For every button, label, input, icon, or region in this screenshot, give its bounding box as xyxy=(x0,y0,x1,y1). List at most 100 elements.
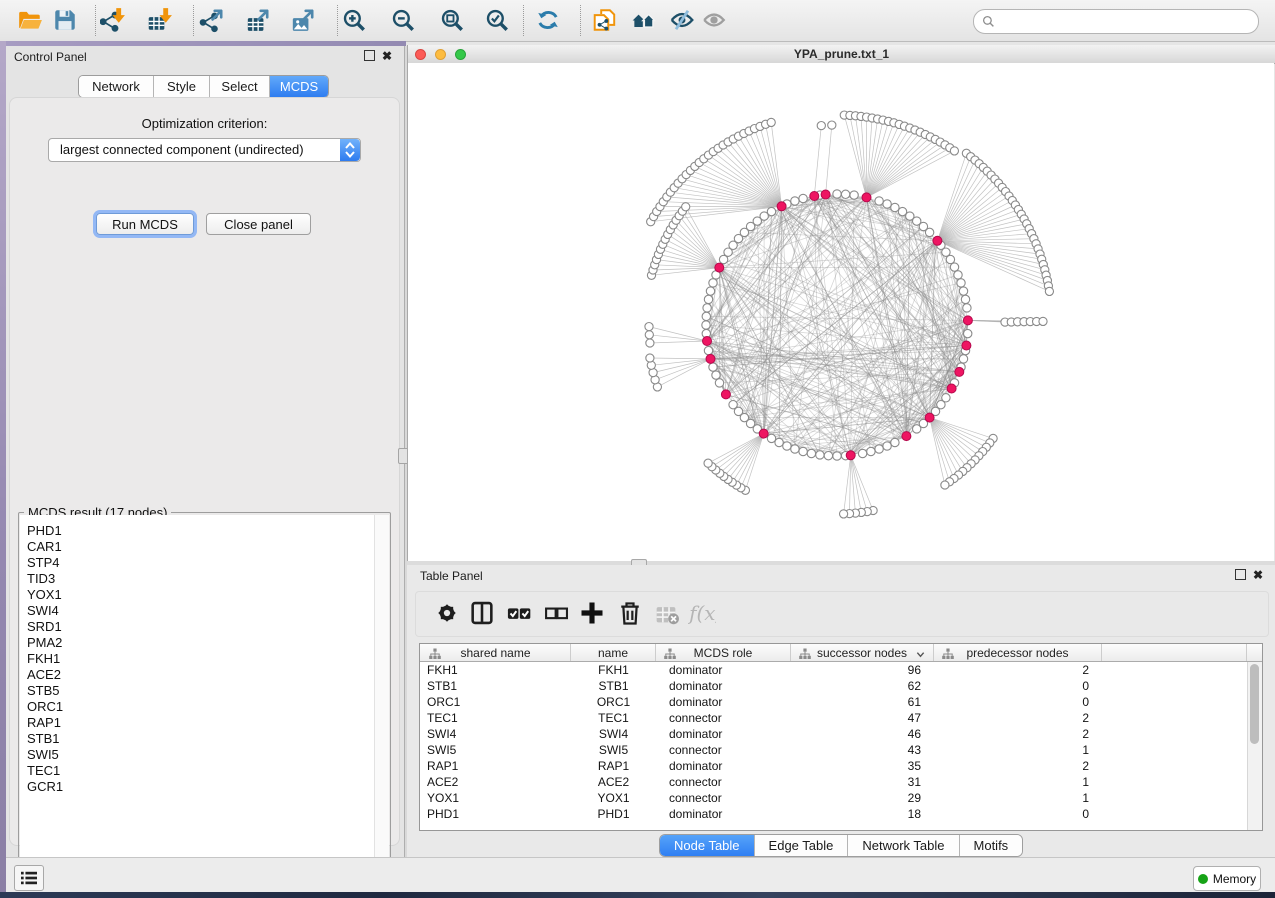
cell-shared-name[interactable]: FKH1 xyxy=(427,663,458,677)
cell-shared-name[interactable]: ORC1 xyxy=(427,695,460,709)
tab-select[interactable]: Select xyxy=(210,76,270,97)
zoom-in-icon[interactable] xyxy=(341,7,367,33)
cell-MCDS-role[interactable]: connector xyxy=(669,743,722,757)
column-header-shared-name[interactable]: shared name xyxy=(421,644,571,661)
table-settings-icon[interactable] xyxy=(433,599,463,629)
tab-network-table[interactable]: Network Table xyxy=(848,835,959,856)
criterion-select[interactable]: largest connected component (undirected) xyxy=(48,138,361,162)
tab-node-table[interactable]: Node Table xyxy=(660,835,755,856)
task-list-button[interactable] xyxy=(14,865,44,891)
cell-predecessor-nodes[interactable]: 2 xyxy=(934,663,1089,677)
import-table-icon[interactable] xyxy=(147,7,173,33)
mcds-result-item[interactable]: SWI4 xyxy=(27,603,374,619)
cell-predecessor-nodes[interactable]: 1 xyxy=(934,791,1089,805)
mcds-result-item[interactable]: ACE2 xyxy=(27,667,374,683)
cell-name[interactable]: SWI4 xyxy=(571,727,656,741)
mcds-result-item[interactable]: STP4 xyxy=(27,555,374,571)
cell-shared-name[interactable]: SWI4 xyxy=(427,727,456,741)
cell-successor-nodes[interactable]: 62 xyxy=(791,679,921,693)
zoom-fit-icon[interactable] xyxy=(439,7,465,33)
table-row-PHD1[interactable]: PHD1PHD1dominator180 xyxy=(420,806,1262,822)
cell-shared-name[interactable]: ACE2 xyxy=(427,775,458,789)
cell-successor-nodes[interactable]: 96 xyxy=(791,663,921,677)
table-row-ORC1[interactable]: ORC1 ORC1 dominator 61 0 xyxy=(420,694,1262,710)
cell-successor-nodes[interactable]: 31 xyxy=(791,775,921,789)
cell-predecessor-nodes[interactable]: 2 xyxy=(934,711,1089,725)
mcds-result-item[interactable]: STB1 xyxy=(27,731,374,747)
column-header-successor-nodes[interactable]: successor nodes xyxy=(791,644,934,661)
search-input[interactable] xyxy=(999,12,1258,32)
mcds-result-item[interactable]: RAP1 xyxy=(27,715,374,731)
tab-style[interactable]: Style xyxy=(154,76,210,97)
duplicate-network-icon[interactable] xyxy=(592,7,618,33)
network-canvas[interactable] xyxy=(408,63,1274,561)
table-scrollbar-thumb[interactable] xyxy=(1250,664,1259,744)
cell-name[interactable]: YOX1 xyxy=(571,791,656,805)
cell-name[interactable]: ORC1 xyxy=(571,695,656,709)
mcds-result-item[interactable]: PMA2 xyxy=(27,635,374,651)
cell-name[interactable]: STB1 xyxy=(571,679,656,693)
mcds-result-item[interactable]: YOX1 xyxy=(27,587,374,603)
cell-shared-name[interactable]: PHD1 xyxy=(427,807,459,821)
run-mcds-button[interactable]: Run MCDS xyxy=(96,213,194,235)
cell-predecessor-nodes[interactable]: 1 xyxy=(934,775,1089,789)
mcds-result-item[interactable]: STB5 xyxy=(27,683,374,699)
cell-predecessor-nodes[interactable]: 0 xyxy=(934,679,1089,693)
save-session-icon[interactable] xyxy=(52,7,78,33)
zoom-out-icon[interactable] xyxy=(390,7,416,33)
float-panel-icon[interactable] xyxy=(364,50,375,61)
cell-MCDS-role[interactable]: dominator xyxy=(669,759,722,773)
cell-shared-name[interactable]: TEC1 xyxy=(427,711,458,725)
export-network-icon[interactable] xyxy=(199,7,225,33)
cell-name[interactable]: FKH1 xyxy=(571,663,656,677)
cell-successor-nodes[interactable]: 61 xyxy=(791,695,921,709)
cell-successor-nodes[interactable]: 47 xyxy=(791,711,921,725)
first-neighbors-icon[interactable] xyxy=(631,7,657,33)
cell-predecessor-nodes[interactable]: 0 xyxy=(934,695,1089,709)
column-header-MCDS-role[interactable]: MCDS role xyxy=(656,644,791,661)
cell-predecessor-nodes[interactable]: 1 xyxy=(934,743,1089,757)
add-column-icon[interactable] xyxy=(578,599,608,629)
refresh-view-icon[interactable] xyxy=(535,7,561,33)
cell-name[interactable]: SWI5 xyxy=(571,743,656,757)
export-image-icon[interactable] xyxy=(290,7,316,33)
cell-shared-name[interactable]: YOX1 xyxy=(427,791,459,805)
column-header-predecessor-nodes[interactable]: predecessor nodes xyxy=(934,644,1102,661)
cell-predecessor-nodes[interactable]: 2 xyxy=(934,727,1089,741)
cell-shared-name[interactable]: RAP1 xyxy=(427,759,458,773)
mcds-result-list[interactable]: PHD1CAR1STP4TID3YOX1SWI4SRD1PMA2FKH1ACE2… xyxy=(20,515,374,879)
toggle-columns-icon[interactable] xyxy=(468,599,498,629)
deselect-all-icon[interactable] xyxy=(542,599,572,629)
table-row-STB1[interactable]: STB1STB1dominator620 xyxy=(420,678,1262,694)
table-row-TEC1[interactable]: TEC1 TEC1 connector 47 2 xyxy=(420,710,1262,726)
close-table-panel-icon[interactable]: ✖ xyxy=(1253,570,1263,580)
cell-name[interactable]: TEC1 xyxy=(571,711,656,725)
mcds-result-item[interactable]: FKH1 xyxy=(27,651,374,667)
cell-MCDS-role[interactable]: dominator xyxy=(669,727,722,741)
table-row-YOX1[interactable]: YOX1 YOX1 connector 29 1 xyxy=(420,790,1262,806)
mcds-result-item[interactable]: SRD1 xyxy=(27,619,374,635)
cell-MCDS-role[interactable]: dominator xyxy=(669,663,722,677)
cell-successor-nodes[interactable]: 29 xyxy=(791,791,921,805)
memory-button[interactable]: Memory xyxy=(1193,866,1261,891)
mcds-result-item[interactable]: CAR1 xyxy=(27,539,374,555)
cell-successor-nodes[interactable]: 35 xyxy=(791,759,921,773)
cell-predecessor-nodes[interactable]: 0 xyxy=(934,807,1089,821)
cell-MCDS-role[interactable]: connector xyxy=(669,711,722,725)
cell-MCDS-role[interactable]: dominator xyxy=(669,695,722,709)
cell-MCDS-role[interactable]: connector xyxy=(669,791,722,805)
tab-edge-table[interactable]: Edge Table xyxy=(755,835,849,856)
cell-successor-nodes[interactable]: 18 xyxy=(791,807,921,821)
table-scrollbar[interactable] xyxy=(1247,662,1262,831)
cell-MCDS-role[interactable]: dominator xyxy=(669,807,722,821)
mcds-result-item[interactable]: ORC1 xyxy=(27,699,374,715)
tab-network[interactable]: Network xyxy=(79,76,154,97)
mcds-result-scrollbar[interactable] xyxy=(374,515,389,879)
open-file-icon[interactable] xyxy=(17,7,43,33)
cell-MCDS-role[interactable]: dominator xyxy=(669,679,722,693)
float-table-panel-icon[interactable] xyxy=(1235,569,1246,580)
table-row-SWI4[interactable]: SWI4SWI4dominator462 xyxy=(420,726,1262,742)
close-panel-icon[interactable]: ✖ xyxy=(382,51,392,61)
mcds-result-item[interactable]: TEC1 xyxy=(27,763,374,779)
close-panel-button[interactable]: Close panel xyxy=(206,213,311,235)
